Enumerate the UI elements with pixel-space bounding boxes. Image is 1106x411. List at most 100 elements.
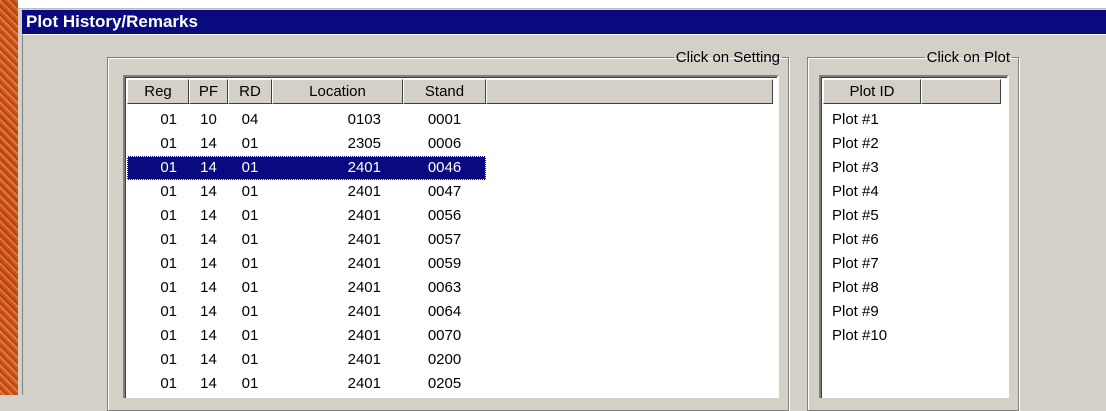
table-cell: 0200	[427, 351, 462, 368]
table-row[interactable]: 01 14 01 2305 0006	[127, 132, 777, 156]
table-cell: 0063	[427, 279, 462, 296]
table-cell: 01	[160, 279, 177, 296]
table-cell: 01	[160, 375, 177, 392]
table-cell: 2401	[347, 375, 381, 392]
table-cell: 0006	[427, 135, 462, 152]
table-cell: 0070	[427, 327, 462, 344]
table-cell: 01	[241, 327, 259, 344]
column-header-stand[interactable]: Stand	[403, 79, 486, 104]
table-cell: 01	[160, 135, 177, 152]
table-cell: 01	[160, 303, 177, 320]
table-cell: 14	[200, 351, 217, 368]
table-row[interactable]: 01 14 01 2401 0047	[127, 180, 777, 204]
list-item[interactable]: Plot #7	[823, 252, 1007, 276]
table-cell: 2401	[347, 183, 381, 200]
table-row[interactable]: 01 14 01 2401 0056	[127, 204, 777, 228]
table-row[interactable]: 01 14 01 2401 0200	[127, 348, 777, 372]
plot-legend: Click on Plot	[926, 49, 1010, 66]
table-cell: 0001	[427, 111, 462, 128]
table-cell: 2305	[347, 135, 381, 152]
table-cell: 14	[200, 375, 217, 392]
plot-list-header: Plot ID	[823, 79, 1001, 104]
plot-list[interactable]: Plot ID Plot #1 Plot #2 Plot #3 Plot #4 Plot…	[819, 75, 1009, 398]
list-item[interactable]: Plot #9	[823, 300, 1007, 324]
settings-list[interactable]: Reg PF RD Location Stand 01 10 04 0103 0001 0…	[123, 75, 779, 398]
table-row[interactable]: 01 14 01 2401 0046	[127, 156, 777, 180]
table-row[interactable]: 01 14 01 2401 0205	[127, 372, 777, 396]
table-cell: 01	[160, 351, 177, 368]
table-cell: 14	[200, 327, 217, 344]
table-cell: 01	[160, 255, 177, 272]
table-cell: 2401	[347, 351, 381, 368]
table-cell: 2401	[347, 159, 381, 176]
table-cell: 2401	[347, 255, 381, 272]
table-cell: 0064	[427, 303, 462, 320]
plot-rows: Plot #1 Plot #2 Plot #3 Plot #4 Plot #5 Plot …	[823, 108, 1007, 348]
column-header-filler	[486, 79, 773, 104]
table-cell: 01	[160, 159, 177, 176]
list-item[interactable]: Plot #6	[823, 228, 1007, 252]
table-cell: 14	[200, 303, 217, 320]
dialog-body: Click on Setting Click on Plot Reg PF RD…	[22, 34, 1106, 411]
settings-rows: 01 10 04 0103 0001 01 14 01 2305 0006 01 14 01 2401 00…	[127, 108, 777, 396]
table-row[interactable]: 01 14 01 2401 0059	[127, 252, 777, 276]
table-cell: 0056	[427, 207, 462, 224]
table-cell: 14	[200, 279, 217, 296]
list-item[interactable]: Plot #4	[823, 180, 1007, 204]
column-header-filler	[921, 79, 1001, 104]
table-cell: 14	[200, 183, 217, 200]
table-row[interactable]: 01 14 01 2401 0057	[127, 228, 777, 252]
table-cell: 0057	[427, 231, 462, 248]
column-header-rd[interactable]: RD	[228, 79, 272, 104]
table-cell: 2401	[347, 303, 381, 320]
table-row[interactable]: 01 14 01 2401 0070	[127, 324, 777, 348]
table-cell: 01	[160, 231, 177, 248]
table-cell: 01	[160, 111, 177, 128]
table-cell: 14	[200, 135, 217, 152]
table-row[interactable]: 01 10 04 0103 0001	[127, 108, 777, 132]
table-cell: 01	[241, 279, 259, 296]
table-cell: 2401	[347, 207, 381, 224]
table-cell: 01	[241, 255, 259, 272]
column-header-pf[interactable]: PF	[189, 79, 228, 104]
list-item[interactable]: Plot #2	[823, 132, 1007, 156]
list-item[interactable]: Plot #8	[823, 276, 1007, 300]
settings-legend: Click on Setting	[675, 49, 780, 66]
table-cell: 0059	[427, 255, 462, 272]
table-cell: 2401	[347, 327, 381, 344]
list-item[interactable]: Plot #10	[823, 324, 1007, 348]
table-cell: 01	[241, 351, 259, 368]
table-cell: 01	[160, 183, 177, 200]
table-cell: 01	[241, 135, 259, 152]
table-cell: 10	[200, 111, 217, 128]
table-cell: 14	[200, 255, 217, 272]
table-cell: 01	[241, 231, 259, 248]
list-item[interactable]: Plot #3	[823, 156, 1007, 180]
top-edge	[18, 0, 1106, 9]
table-cell: 0047	[427, 183, 462, 200]
table-cell: 01	[241, 183, 259, 200]
list-item[interactable]: Plot #5	[823, 204, 1007, 228]
table-cell: 01	[160, 327, 177, 344]
column-header-reg[interactable]: Reg	[127, 79, 189, 104]
table-row[interactable]: 01 14 01 2401 0064	[127, 300, 777, 324]
table-cell: 0103	[347, 111, 381, 128]
table-cell: 01	[241, 159, 259, 176]
table-cell: 2401	[347, 231, 381, 248]
window-title: Plot History/Remarks	[22, 10, 1106, 34]
column-header-plot-id[interactable]: Plot ID	[823, 79, 921, 104]
table-cell: 01	[241, 207, 259, 224]
table-cell: 14	[200, 207, 217, 224]
table-cell: 2401	[347, 279, 381, 296]
table-cell: 04	[241, 111, 259, 128]
table-cell: 0205	[427, 375, 462, 392]
table-cell: 01	[241, 303, 259, 320]
column-header-location[interactable]: Location	[272, 79, 403, 104]
table-cell: 01	[160, 207, 177, 224]
table-row[interactable]: 01 14 01 2401 0063	[127, 276, 777, 300]
table-cell: 0046	[427, 159, 462, 176]
table-cell: 14	[200, 159, 217, 176]
desktop-edge	[0, 0, 18, 395]
list-item[interactable]: Plot #1	[823, 108, 1007, 132]
settings-list-header: Reg PF RD Location Stand	[127, 79, 773, 104]
